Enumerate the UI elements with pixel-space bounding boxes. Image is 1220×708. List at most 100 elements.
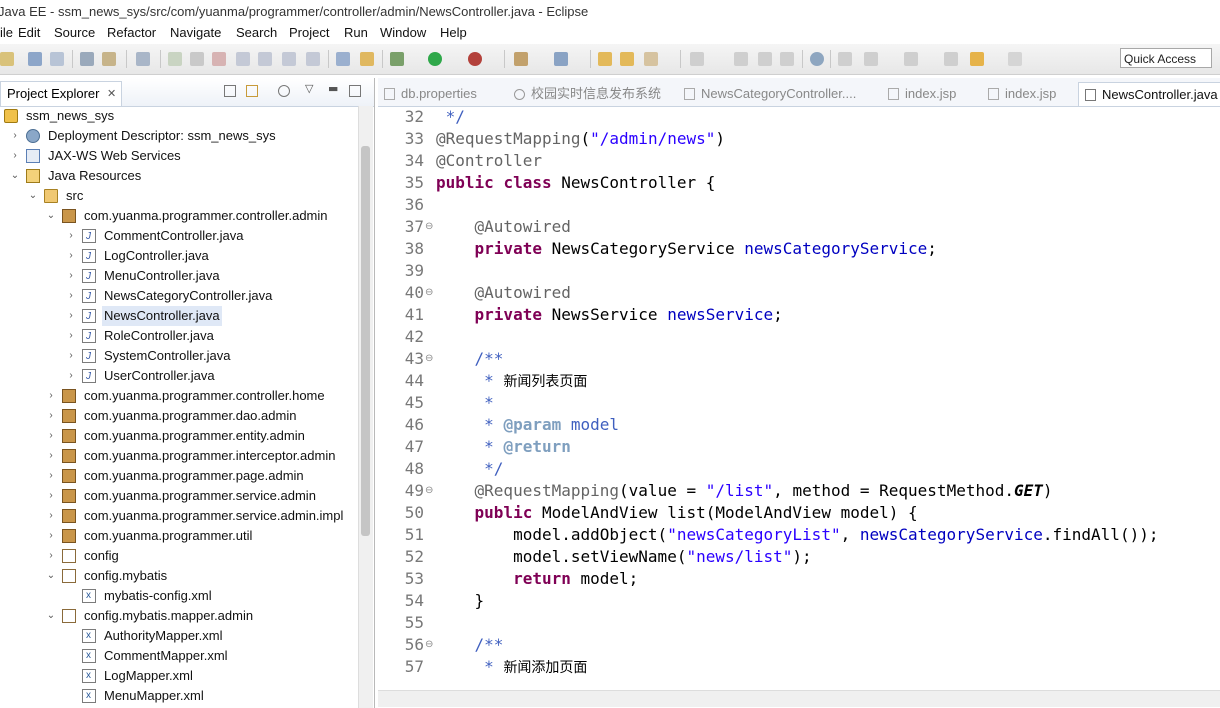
tree-item[interactable]: ⌄ config.mybatis	[0, 566, 358, 586]
close-icon[interactable]: ✕	[107, 82, 116, 106]
collapsed-arrow-icon[interactable]: ›	[46, 406, 56, 426]
back-icon[interactable]	[970, 52, 984, 66]
tree-item[interactable]: › com.yuanma.programmer.service.admin	[0, 486, 358, 506]
fold-toggle-icon[interactable]: ⊖	[425, 348, 435, 370]
pin-editor-icon[interactable]	[838, 52, 852, 66]
tree-item[interactable]: MenuMapper.xml	[0, 686, 358, 706]
tree-item[interactable]: › config	[0, 546, 358, 566]
globe-icon[interactable]	[810, 52, 824, 66]
annotation-icon[interactable]	[734, 52, 748, 66]
new-server-icon[interactable]	[514, 52, 528, 66]
code-editor[interactable]: 32 */33 @RequestMapping("/admin/news") 34 @…	[378, 106, 1220, 696]
collapsed-arrow-icon[interactable]: ›	[66, 326, 76, 346]
suspend-icon[interactable]	[190, 52, 204, 66]
last-edit-icon[interactable]	[944, 52, 958, 66]
tree-item[interactable]: › MenuController.java	[0, 266, 358, 287]
collapsed-arrow-icon[interactable]: ›	[46, 486, 56, 506]
save-icon[interactable]	[28, 52, 42, 66]
tree-item[interactable]: › com.yuanma.programmer.service.admin.imp…	[0, 506, 358, 526]
fold-toggle-icon[interactable]: ⊖	[425, 480, 435, 502]
tree-item[interactable]: › com.yuanma.programmer.entity.admin	[0, 426, 358, 446]
tree-item[interactable]: › UserController.java	[0, 366, 358, 387]
search-icon[interactable]	[690, 52, 704, 66]
view-filter-icon[interactable]	[278, 85, 290, 97]
tree-item[interactable]: › RoleController.java	[0, 326, 358, 347]
menu-navigate[interactable]: Navigate	[170, 24, 221, 42]
tree-item[interactable]: ⌄ com.yuanma.programmer.controller.admin	[0, 206, 358, 226]
maximize-icon[interactable]	[349, 85, 361, 97]
collapsed-arrow-icon[interactable]: ›	[66, 266, 76, 286]
collapsed-arrow-icon[interactable]: ›	[46, 426, 56, 446]
collapsed-arrow-icon[interactable]: ›	[46, 386, 56, 406]
open-type-icon[interactable]	[598, 52, 612, 66]
collapsed-arrow-icon[interactable]: ›	[10, 146, 20, 166]
tree-item[interactable]: › JAX-WS Web Services	[0, 146, 358, 166]
resume-icon[interactable]	[168, 52, 182, 66]
menu-project[interactable]: Project	[289, 24, 329, 42]
collapsed-arrow-icon[interactable]: ›	[46, 506, 56, 526]
run-icon[interactable]	[428, 52, 442, 66]
quick-access-input[interactable]: Quick Access	[1120, 48, 1212, 68]
collapsed-arrow-icon[interactable]: ›	[10, 126, 20, 146]
expanded-arrow-icon[interactable]: ⌄	[28, 186, 38, 206]
tree-item[interactable]: › CommentController.java	[0, 226, 358, 247]
next-annotation-icon[interactable]	[864, 52, 878, 66]
tree-item[interactable]: › com.yuanma.programmer.util	[0, 526, 358, 546]
block-selection-icon[interactable]	[780, 52, 794, 66]
editor-tab-index-jsp-2[interactable]: index.jsp	[988, 82, 1056, 106]
collapsed-arrow-icon[interactable]: ›	[46, 446, 56, 466]
tree-item[interactable]: › Deployment Descriptor: ssm_news_sys	[0, 126, 358, 146]
binary-icon[interactable]	[102, 52, 116, 66]
new-java-class-icon[interactable]	[554, 52, 568, 66]
previous-annotation-icon[interactable]	[904, 52, 918, 66]
debug-icon[interactable]	[390, 52, 404, 66]
collapsed-arrow-icon[interactable]: ›	[66, 286, 76, 306]
editor-tab-newscontroller[interactable]: NewsController.java	[1078, 82, 1220, 106]
tree-item[interactable]: › NewsCategoryController.java	[0, 286, 358, 307]
collapsed-arrow-icon[interactable]: ›	[66, 246, 76, 266]
toggle-console-icon[interactable]	[336, 52, 350, 66]
refactor-icon[interactable]	[360, 52, 374, 66]
editor-tab-browser[interactable]: 校园实时信息发布系统	[514, 82, 661, 106]
expanded-arrow-icon[interactable]: ⌄	[46, 206, 56, 226]
tree-item[interactable]: AuthorityMapper.xml	[0, 626, 358, 646]
tree-item[interactable]: CommentMapper.xml	[0, 646, 358, 666]
step-into-icon[interactable]	[258, 52, 272, 66]
tree-item[interactable]: ssm_news_sys	[0, 106, 358, 126]
editor-tab-newscategorycontroller[interactable]: NewsCategoryController....	[684, 82, 856, 106]
tree-item[interactable]: › com.yuanma.programmer.page.admin	[0, 466, 358, 486]
expanded-arrow-icon[interactable]: ⌄	[46, 606, 56, 626]
menu-window[interactable]: Window	[380, 24, 426, 42]
print-icon[interactable]	[80, 52, 94, 66]
tree-item[interactable]: ⌄ Java Resources	[0, 166, 358, 186]
tree-item[interactable]: › SystemController.java	[0, 346, 358, 367]
forward-icon[interactable]	[1008, 52, 1022, 66]
editor-tab-index-jsp-1[interactable]: index.jsp	[888, 82, 956, 106]
tab-project-explorer[interactable]: Project Explorer ✕	[0, 81, 122, 106]
tree-item[interactable]: › LogController.java	[0, 246, 358, 267]
collapse-all-icon[interactable]	[224, 85, 236, 97]
menu-run[interactable]: Run	[344, 24, 368, 42]
menu-help[interactable]: Help	[440, 24, 467, 42]
menu-refactor[interactable]: Refactor	[107, 24, 156, 42]
fold-toggle-icon[interactable]: ⊖	[425, 634, 435, 656]
step-return-icon[interactable]	[306, 52, 320, 66]
open-folder-icon[interactable]	[620, 52, 634, 66]
tree-item[interactable]: ⌄ config.mybatis.mapper.admin	[0, 606, 358, 626]
collapsed-arrow-icon[interactable]: ›	[46, 466, 56, 486]
skip-breakpoints-icon[interactable]	[136, 52, 150, 66]
menu-source[interactable]: Source	[54, 24, 95, 42]
disconnect-icon[interactable]	[236, 52, 250, 66]
link-with-editor-icon[interactable]	[246, 85, 258, 97]
editor-tab-db-properties[interactable]: db.properties	[384, 82, 477, 106]
expanded-arrow-icon[interactable]: ⌄	[46, 566, 56, 586]
tree-item[interactable]: mybatis-config.xml	[0, 586, 358, 606]
menu-edit[interactable]: Edit	[18, 24, 40, 42]
fold-toggle-icon[interactable]: ⊖	[425, 282, 435, 304]
save-all-icon[interactable]	[50, 52, 64, 66]
fold-toggle-icon[interactable]: ⊖	[425, 216, 435, 238]
show-whitespace-icon[interactable]	[758, 52, 772, 66]
collapsed-arrow-icon[interactable]: ›	[66, 226, 76, 246]
tree-item[interactable]: › com.yuanma.programmer.interceptor.admin	[0, 446, 358, 466]
collapsed-arrow-icon[interactable]: ›	[66, 346, 76, 366]
